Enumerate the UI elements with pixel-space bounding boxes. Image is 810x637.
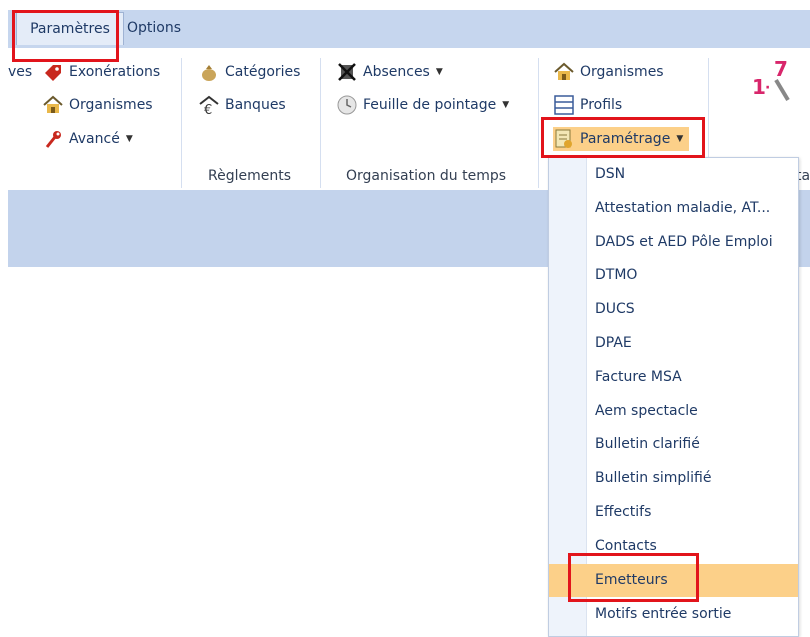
menu-item-label: DPAE [595,335,632,351]
menu-item-facture-msa[interactable]: Facture MSA [549,361,798,394]
menu-item-label: DSN [595,166,626,182]
profils-label: Profils [580,97,623,113]
menu-item-dtmo[interactable]: DTMO [549,259,798,292]
highlight-parametrage [541,117,705,158]
clock-icon [336,94,358,116]
absences-button[interactable]: Absences ▼ [336,60,443,84]
menu-item-label: Attestation maladie, AT... [595,200,771,216]
ribbon-partial-item[interactable]: ves [8,60,32,84]
ribbon-separator [320,58,321,188]
house-icon [553,61,575,83]
svg-text:·: · [765,80,770,96]
menu-item-label: DTMO [595,267,638,283]
money-bag-icon [198,61,220,83]
svg-text:€: € [204,103,212,116]
profils-button[interactable]: Profils [553,93,622,117]
group-label-organisation: Organisation du temps [346,168,507,184]
menu-item-dsn[interactable]: DSN [549,158,798,191]
menu-item-effectifs[interactable]: Effectifs [549,496,798,529]
chevron-down-icon: ▼ [435,67,443,77]
exonerations-button[interactable]: Exonérations [42,60,160,84]
wrench-icon [42,128,64,150]
menu-item-dads[interactable]: DADS et AED Pôle Emploi [549,226,798,259]
organismes-label-2: Organismes [580,64,664,80]
numbering-button[interactable]: 1 · 7 [752,57,792,104]
menu-item-label: Bulletin simplifié [595,470,712,486]
highlight-tab-parametres [12,10,119,62]
chevron-down-icon: ▼ [125,134,133,144]
tab-options[interactable]: Options [121,12,187,44]
organismes-button-2[interactable]: Organismes [553,60,664,84]
group-label-reglements: Règlements [208,168,292,184]
avance-label: Avancé [69,131,120,147]
menu-item-label: Facture MSA [595,369,682,385]
banques-label: Banques [225,97,286,113]
menu-item-attestation[interactable]: Attestation maladie, AT... [549,192,798,225]
numbering-icon: 1 · 7 [752,57,790,102]
tag-icon [42,61,64,83]
partial-label: ves [8,64,33,80]
highlight-emetteurs [568,553,699,602]
absences-label: Absences [363,64,430,80]
ribbon-separator [181,58,182,188]
list-icon [553,94,575,116]
menu-item-dpae[interactable]: DPAE [549,327,798,360]
chevron-down-icon: ▼ [502,100,510,110]
avance-button[interactable]: Avancé ▼ [42,127,133,151]
feuille-pointage-label: Feuille de pointage [363,97,497,113]
house-icon [42,94,64,116]
organismes-button[interactable]: Organismes [42,93,153,117]
categories-label: Catégories [225,64,301,80]
categories-button[interactable]: Catégories [198,60,300,84]
menu-item-bulletin-clarifie[interactable]: Bulletin clarifié [549,428,798,461]
menu-item-label: Motifs entrée sortie [595,606,732,622]
menu-item-aem-spectacle[interactable]: Aem spectacle [549,395,798,428]
menu-item-label: Effectifs [595,504,652,520]
svg-text:7: 7 [774,58,788,81]
menu-item-ducs[interactable]: DUCS [549,293,798,326]
bank-euro-icon: € [198,94,220,118]
absences-icon [336,61,358,83]
menu-item-motifs[interactable]: Motifs entrée sortie [549,598,798,631]
banques-button[interactable]: € Banques [198,93,286,118]
menu-item-label: Aem spectacle [595,403,698,419]
exonerations-label: Exonérations [69,64,161,80]
feuille-pointage-button[interactable]: Feuille de pointage ▼ [336,93,509,117]
menu-item-bulletin-simplifie[interactable]: Bulletin simplifié [549,462,798,495]
menu-item-label: DUCS [595,301,635,317]
ribbon-separator [538,58,539,188]
svg-text:1: 1 [752,75,766,99]
menu-item-label: Bulletin clarifié [595,436,700,452]
organismes-label: Organismes [69,97,153,113]
menu-item-label: DADS et AED Pôle Emploi [595,234,773,250]
